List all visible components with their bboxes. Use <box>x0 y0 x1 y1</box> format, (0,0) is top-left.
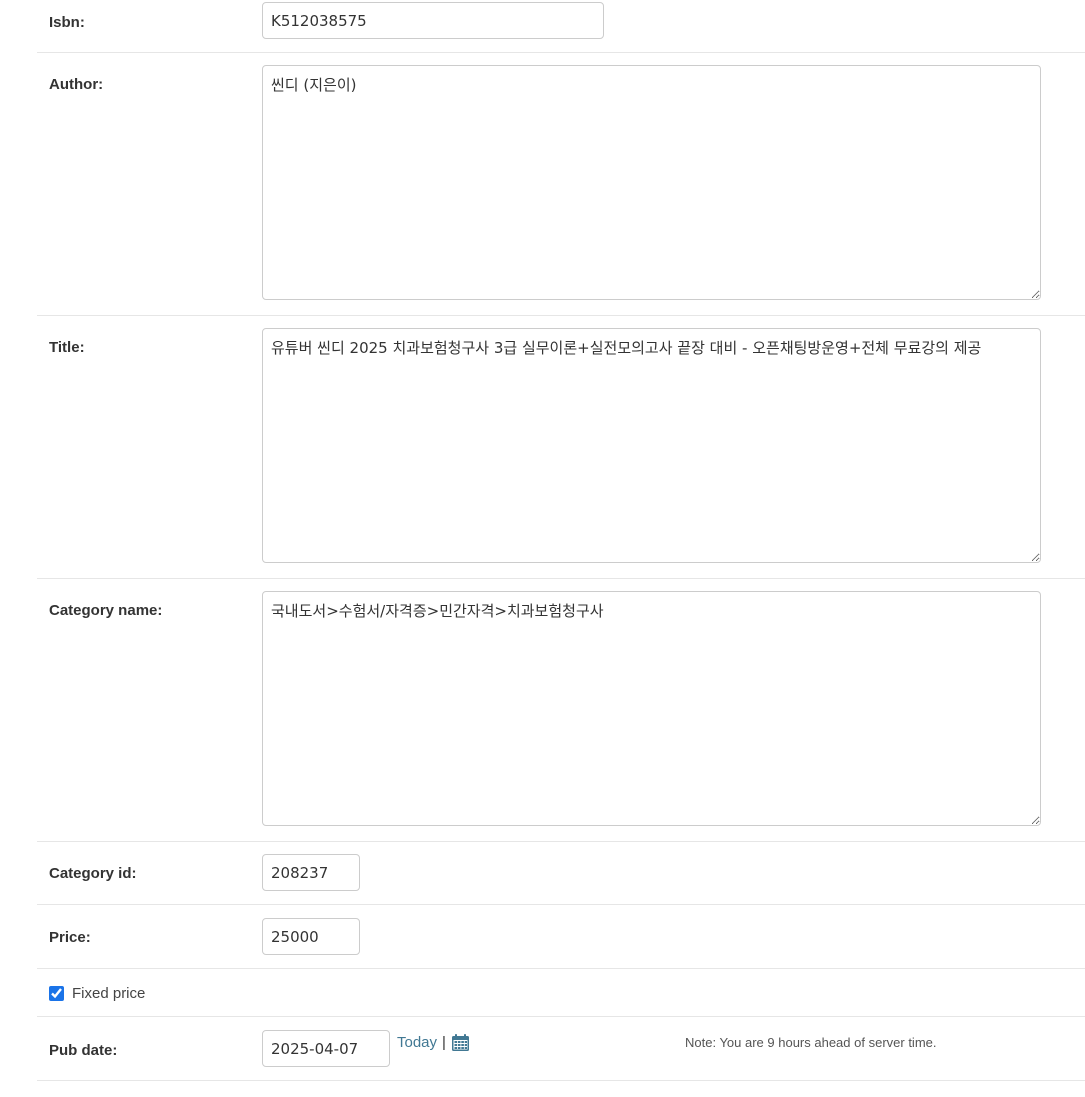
price-input[interactable] <box>262 918 360 955</box>
form-row-pub-date: Pub date: Today | <box>37 1017 1085 1081</box>
title-label: Title: <box>49 339 85 356</box>
form-row-isbn: Isbn: <box>37 0 1085 53</box>
form-row-category-name: Category name: 국내도서>수험서/자격증>민간자격>치과보험청구사 <box>37 579 1085 842</box>
form-row-author: Author: 씬디 (지은이) <box>37 53 1085 316</box>
category-name-textarea[interactable]: 국내도서>수험서/자격증>민간자격>치과보험청구사 <box>262 591 1041 826</box>
isbn-label: Isbn: <box>49 14 85 31</box>
fixed-price-checkbox[interactable] <box>49 986 64 1001</box>
price-label: Price: <box>49 929 91 946</box>
category-id-input[interactable] <box>262 854 360 891</box>
calendar-icon[interactable] <box>451 1033 470 1052</box>
isbn-input[interactable] <box>262 2 604 39</box>
date-shortcuts: Today | <box>397 1033 470 1052</box>
category-id-label: Category id: <box>49 865 137 882</box>
form-row-title: Title: 유튜버 씬디 2025 치과보험청구사 3급 실무이론+실전모의고… <box>37 316 1085 579</box>
fixed-price-checkbox-group: Fixed price <box>49 985 145 1002</box>
form-row-fixed-price: Fixed price <box>37 969 1085 1017</box>
category-name-label: Category name: <box>49 602 163 619</box>
author-textarea[interactable]: 씬디 (지은이) <box>262 65 1041 300</box>
author-label: Author: <box>49 76 104 93</box>
fixed-price-label[interactable]: Fixed price <box>72 985 145 1002</box>
form-row-price: Price: <box>37 905 1085 969</box>
pub-date-input[interactable] <box>262 1030 390 1067</box>
form-row-category-id: Category id: <box>37 842 1085 905</box>
title-textarea[interactable]: 유튜버 씬디 2025 치과보험청구사 3급 실무이론+실전모의고사 끝장 대비… <box>262 328 1041 563</box>
shortcut-separator: | <box>442 1034 446 1051</box>
pub-date-label: Pub date: <box>49 1042 118 1059</box>
timezone-note: Note: You are 9 hours ahead of server ti… <box>685 1035 937 1050</box>
today-link[interactable]: Today <box>397 1034 437 1051</box>
